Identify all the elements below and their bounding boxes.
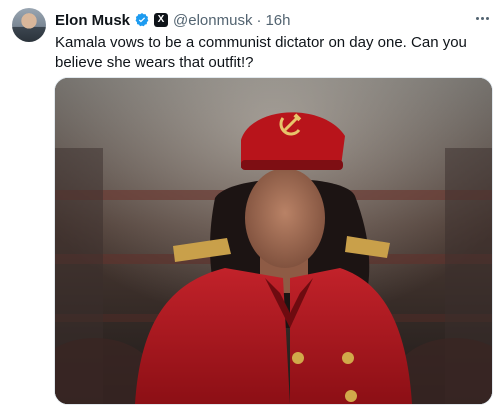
- author-handle[interactable]: @elonmusk: [173, 12, 252, 29]
- verified-badge-icon[interactable]: [134, 12, 150, 28]
- timestamp[interactable]: 16h: [265, 12, 290, 29]
- image-illustration: [55, 78, 492, 404]
- tweet-header: Elon Musk X @elonmusk · 16h: [55, 10, 290, 30]
- tweet[interactable]: Elon Musk X @elonmusk · 16h Kamala vows …: [0, 0, 500, 408]
- tweet-text: Kamala vows to be a communist dictator o…: [55, 34, 467, 71]
- x-logo-icon[interactable]: X: [154, 13, 169, 27]
- more-horizontal-icon[interactable]: [472, 8, 492, 28]
- tweet-image[interactable]: [54, 77, 493, 405]
- avatar[interactable]: [12, 8, 46, 42]
- author-name[interactable]: Elon Musk: [55, 12, 130, 29]
- separator: ·: [256, 11, 262, 29]
